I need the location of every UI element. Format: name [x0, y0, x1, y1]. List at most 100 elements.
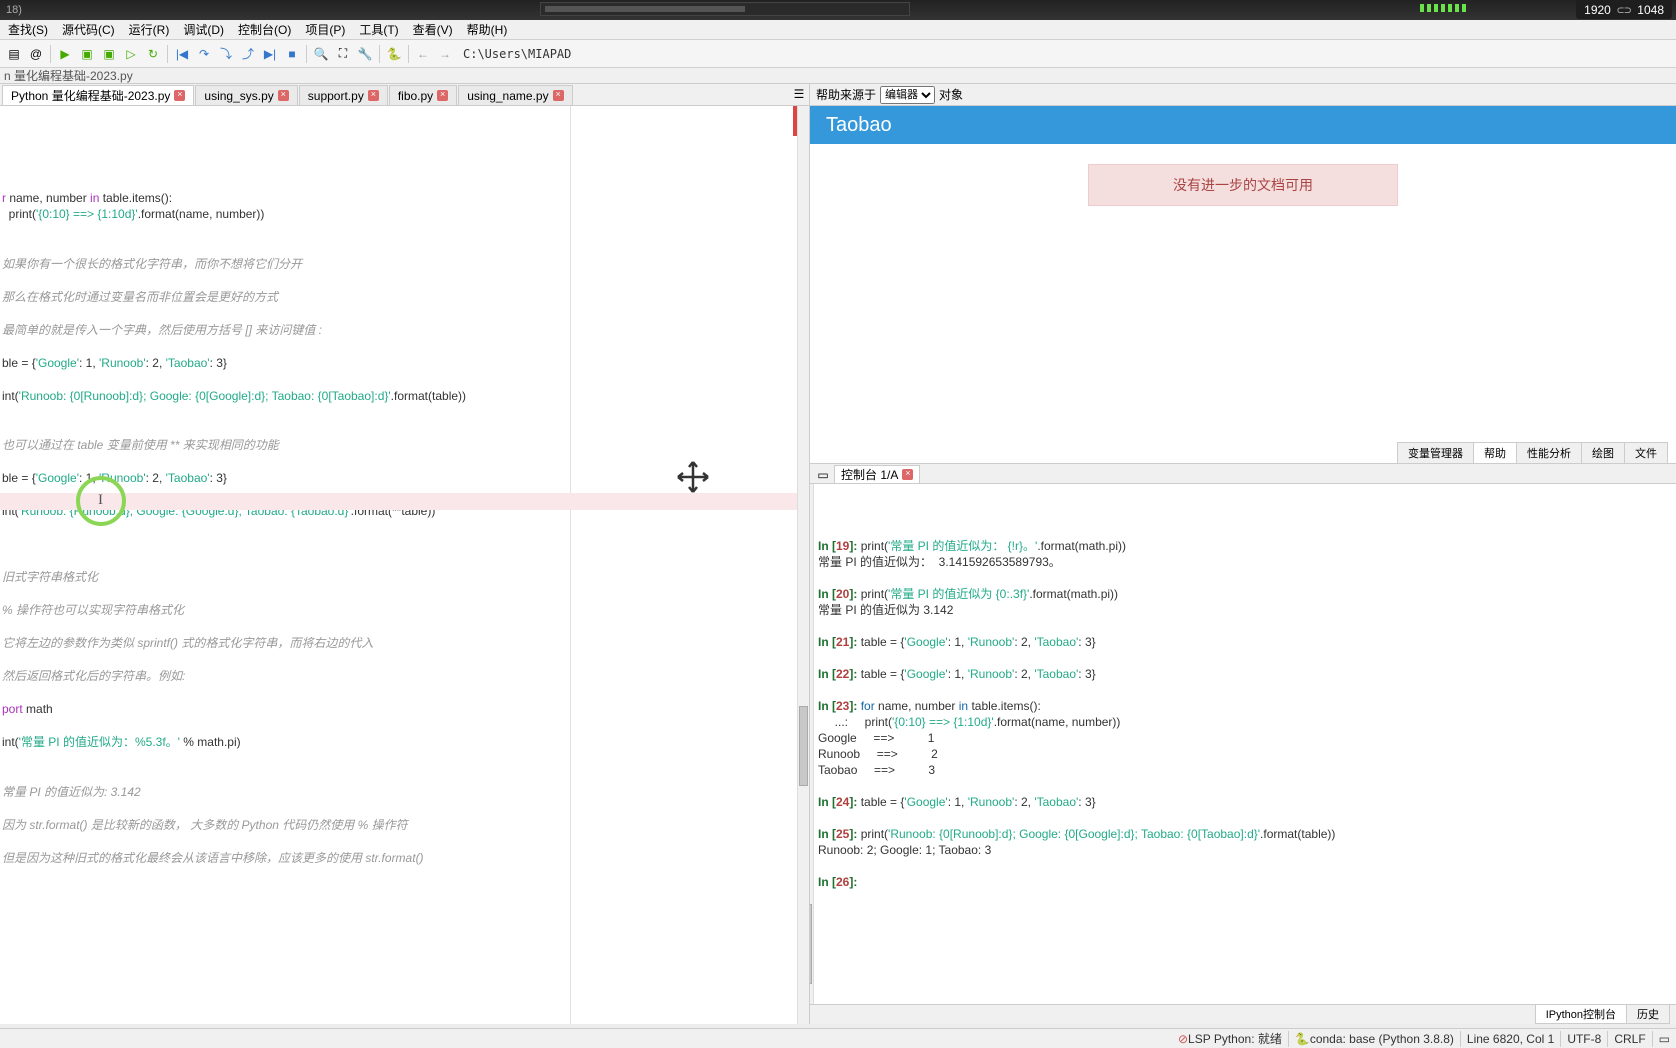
menu-console[interactable]: 控制台(O)	[232, 19, 297, 40]
fullscreen-icon: ⛶	[339, 46, 347, 61]
right-pane: 帮助来源于 编辑器 对象 Taobao 没有进一步的文档可用 变量管理器 帮助 …	[810, 84, 1676, 1024]
menu-view[interactable]: 查看(V)	[407, 19, 459, 40]
no-doc-message: 没有进一步的文档可用	[1088, 164, 1398, 206]
res-w: 1920	[1584, 3, 1611, 17]
runline-icon: ▷	[126, 47, 135, 61]
toolbar-sep	[50, 45, 51, 63]
editor-header-text: n 量化编程基础-2023.py	[4, 67, 133, 84]
help-source-select[interactable]: 编辑器	[880, 86, 935, 104]
close-icon[interactable]: ×	[368, 90, 379, 101]
code-content: r name, number in table.items(): print('…	[2, 190, 807, 867]
tab-label: support.py	[308, 89, 364, 103]
tab-help[interactable]: 帮助	[1473, 442, 1517, 463]
nav-back-button[interactable]: ←	[413, 44, 433, 64]
activity-indicator	[1420, 4, 1466, 12]
reload-icon: ↻	[148, 47, 158, 61]
close-icon[interactable]: ×	[278, 90, 289, 101]
scrollbar-thumb[interactable]	[810, 904, 812, 984]
tab-list-button[interactable]: ☰	[791, 86, 807, 102]
close-icon[interactable]: ×	[174, 90, 185, 101]
ruler-line	[570, 106, 571, 1024]
menu-help[interactable]: 帮助(H)	[461, 19, 514, 40]
window-titlebar: 18) 1920 ⊂⊃ 1048	[0, 0, 1676, 20]
status-eol: CRLF	[1614, 1032, 1645, 1046]
current-path: C:\Users\MIAPAD	[463, 47, 571, 61]
scrollbar-thumb[interactable]	[799, 706, 808, 786]
debug-continue-button[interactable]: ▶|	[260, 44, 280, 64]
editor-header: n 量化编程基础-2023.py	[0, 68, 1676, 84]
help-panel: Taobao 没有进一步的文档可用 变量管理器 帮助 性能分析 绘图 文件	[810, 106, 1676, 464]
menu-project[interactable]: 项目(P)	[299, 19, 351, 40]
debug-step-in-button[interactable]: ⤵	[216, 44, 236, 64]
tab-files[interactable]: 文件	[1624, 442, 1668, 463]
at-button[interactable]: @	[26, 44, 46, 64]
tab-using-name[interactable]: using_name.py ×	[458, 85, 572, 105]
console-bottom-tabs: IPython控制台 历史	[810, 1004, 1676, 1024]
tab-variable-explorer[interactable]: 变量管理器	[1397, 442, 1474, 463]
tab-ipython-console[interactable]: IPython控制台	[1535, 1004, 1627, 1024]
tab-plots[interactable]: 绘图	[1581, 442, 1625, 463]
tab-using-sys[interactable]: using_sys.py ×	[195, 85, 297, 105]
reload-button[interactable]: ↻	[143, 44, 163, 64]
console-scrollbar[interactable]	[810, 484, 814, 1004]
run-cell-button[interactable]: ▣	[77, 44, 97, 64]
console-pane: ▭ 控制台 1/A × In [19]: print('常量 PI 的值近似为：…	[810, 464, 1676, 1024]
debug-step-out-button[interactable]: ⤴	[238, 44, 258, 64]
stepback-icon: |◀	[176, 47, 188, 61]
run-cell-advance-button[interactable]: ▣	[99, 44, 119, 64]
menu-debug[interactable]: 调试(D)	[177, 19, 230, 40]
console-options-button[interactable]: ▭	[814, 467, 832, 483]
resolution-badge: 1920 ⊂⊃ 1048	[1576, 0, 1672, 19]
toolbar-sep	[167, 45, 168, 63]
settings-button[interactable]: 🔧	[355, 44, 375, 64]
stepout-icon: ⤴	[242, 45, 254, 62]
debug-stop-button[interactable]: ■	[282, 44, 302, 64]
runcell-icon: ▣	[81, 47, 92, 61]
close-icon[interactable]: ×	[437, 90, 448, 101]
tab-fibo[interactable]: fibo.py ×	[389, 85, 457, 105]
status-position: Line 6820, Col 1	[1467, 1032, 1554, 1046]
nav-forward-button[interactable]: →	[435, 44, 455, 64]
status-python-icon: 🐍	[1295, 1032, 1310, 1046]
editor-scrollbar[interactable]	[797, 106, 809, 1024]
tab-support[interactable]: support.py ×	[299, 85, 388, 105]
close-icon[interactable]: ×	[902, 469, 913, 480]
res-h: 1048	[1637, 3, 1664, 17]
fullscreen-button[interactable]: ⛶	[333, 44, 353, 64]
python-button[interactable]: 🐍	[384, 44, 404, 64]
run-button[interactable]: ▶	[55, 44, 75, 64]
tab-main-file[interactable]: Python 量化编程基础-2023.py ×	[2, 85, 194, 105]
editor-tabs: Python 量化编程基础-2023.py × using_sys.py × s…	[0, 84, 809, 106]
menu-tools[interactable]: 工具(T)	[353, 19, 404, 40]
menu-source[interactable]: 源代码(C)	[56, 19, 121, 40]
menu-run[interactable]: 运行(R)	[123, 19, 176, 40]
console-content: In [19]: print('常量 PI 的值近似为： {!r}。'.form…	[818, 538, 1668, 890]
close-icon[interactable]: ×	[553, 90, 564, 101]
toolbar-sep	[306, 45, 307, 63]
tab-history[interactable]: 历史	[1626, 1004, 1670, 1024]
play-icon: ▶	[60, 47, 69, 61]
console-tab-label: 控制台 1/A	[841, 466, 898, 483]
settings-icon: 🔧	[358, 47, 373, 61]
menu-find[interactable]: 查找(S)	[2, 19, 54, 40]
new-file-button[interactable]: ▤	[4, 44, 24, 64]
ipython-console[interactable]: In [19]: print('常量 PI 的值近似为： {!r}。'.form…	[810, 484, 1676, 1004]
fwd-icon: →	[439, 47, 451, 61]
status-mem-icon: ▭	[1659, 1032, 1670, 1046]
run-selection-button[interactable]: ▷	[121, 44, 141, 64]
search-button[interactable]: 🔍	[311, 44, 331, 64]
menubar: 查找(S) 源代码(C) 运行(R) 调试(D) 控制台(O) 项目(P) 工具…	[0, 20, 1676, 40]
statusbar: ⊘ LSP Python: 就绪 🐍 conda: base (Python 3…	[0, 1028, 1676, 1048]
debug-step-over-button[interactable]: ↷	[194, 44, 214, 64]
stepin-icon: ⤵	[220, 45, 232, 62]
tab-profiler[interactable]: 性能分析	[1516, 442, 1582, 463]
main-area: Python 量化编程基础-2023.py × using_sys.py × s…	[0, 84, 1676, 1024]
menu-icon: ☰	[794, 87, 805, 101]
console-icon: ▭	[817, 468, 828, 482]
toolbar: ▤ @ ▶ ▣ ▣ ▷ ↻ |◀ ↷ ⤵ ⤴ ▶| ■ 🔍 ⛶ 🔧 🐍 ← → …	[0, 40, 1676, 68]
code-editor[interactable]: r name, number in table.items(): print('…	[0, 106, 809, 1024]
console-tab-1[interactable]: 控制台 1/A ×	[834, 465, 920, 483]
status-encoding: UTF-8	[1567, 1032, 1601, 1046]
console-tabs: ▭ 控制台 1/A ×	[810, 464, 1676, 484]
debug-step-first-button[interactable]: |◀	[172, 44, 192, 64]
